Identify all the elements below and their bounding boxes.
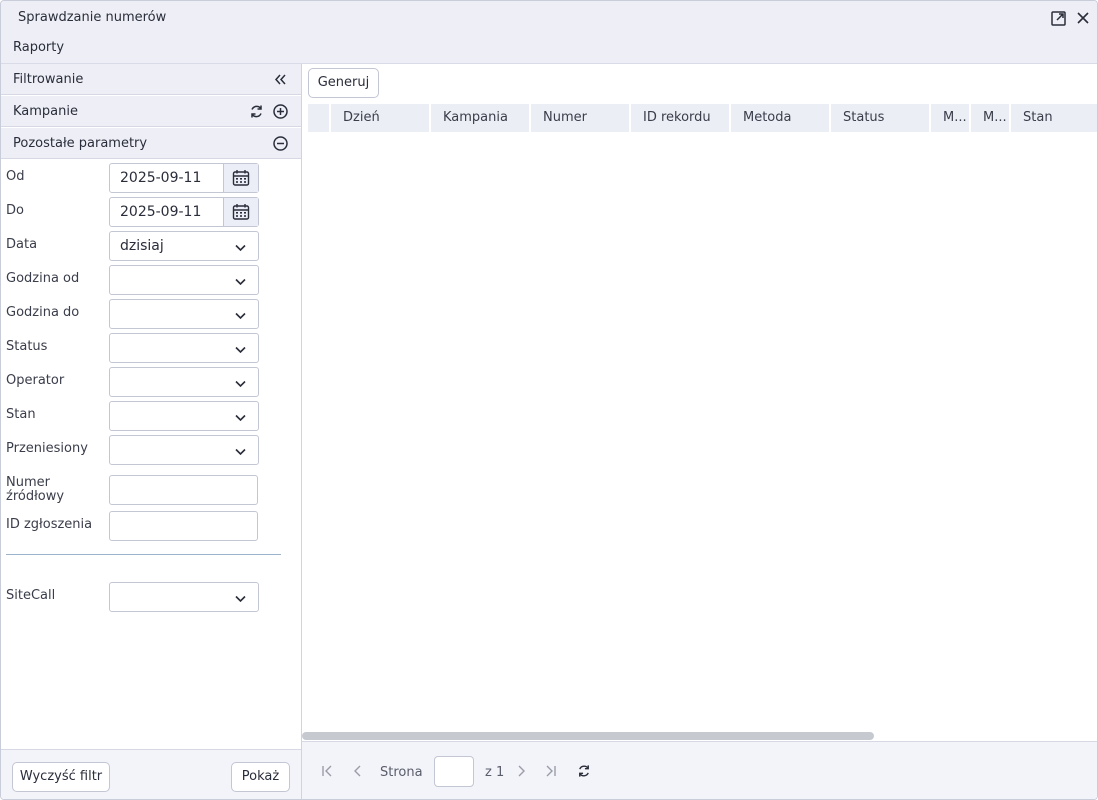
- sitecall-select[interactable]: [109, 582, 259, 612]
- godzina-do-select[interactable]: [109, 299, 259, 329]
- column-header-kampania[interactable]: Kampania: [431, 104, 529, 132]
- numer-zrodlowy-label-line1: Numer: [6, 475, 50, 490]
- od-row: Od 2025-09-11: [1, 163, 301, 193]
- status-select[interactable]: [109, 333, 259, 363]
- column-selector[interactable]: [308, 104, 329, 132]
- chevron-down-icon: [235, 278, 246, 286]
- generate-button[interactable]: Generuj: [308, 68, 379, 98]
- operator-select[interactable]: [109, 367, 259, 397]
- do-value: 2025-09-11: [120, 204, 202, 220]
- filter-section-header: Filtrowanie: [1, 64, 301, 95]
- column-header-numer[interactable]: Numer: [531, 104, 629, 132]
- show-button[interactable]: Pokaż: [231, 762, 290, 792]
- przeniesiony-row: Przeniesiony: [1, 435, 301, 465]
- menu-reports[interactable]: Raporty: [13, 40, 64, 55]
- data-row: Data dzisiaj: [1, 231, 301, 261]
- przeniesiony-label: Przeniesiony: [6, 441, 88, 456]
- last-page-icon[interactable]: [543, 764, 557, 778]
- numer-zrodlowy-input[interactable]: [109, 475, 258, 505]
- column-header-dzien[interactable]: Dzień: [331, 104, 429, 132]
- calendar-icon[interactable]: [223, 164, 258, 192]
- add-circle-icon[interactable]: [272, 103, 289, 120]
- collapse-circle-icon[interactable]: [272, 135, 289, 152]
- other-params-section-header[interactable]: Pozostałe parametry: [1, 128, 301, 159]
- do-row: Do 2025-09-11: [1, 197, 301, 227]
- numer-zrodlowy-label-line2: źródłowy: [6, 489, 65, 504]
- do-label: Do: [6, 203, 24, 218]
- section-divider: [6, 554, 281, 555]
- column-header-status[interactable]: Status: [831, 104, 929, 132]
- filter-panel: Filtrowanie Kampanie Pozostałe parametry…: [1, 64, 302, 799]
- id-zgloszenia-label: ID zgłoszenia: [6, 517, 93, 532]
- godzina-do-label: Godzina do: [6, 305, 80, 320]
- status-label: Status: [6, 339, 48, 354]
- od-value: 2025-09-11: [120, 170, 202, 186]
- chevron-down-icon: [235, 346, 246, 354]
- calendar-icon[interactable]: [223, 198, 258, 226]
- data-value: dzisiaj: [120, 238, 164, 254]
- column-header-id-rekordu[interactable]: ID rekordu: [631, 104, 729, 132]
- od-date-field[interactable]: 2025-09-11: [109, 163, 259, 193]
- chevron-down-icon: [235, 244, 246, 252]
- table-header: Dzień Kampania Numer ID rekordu Metoda S…: [308, 104, 1097, 132]
- od-label: Od: [6, 169, 25, 184]
- column-header-metoda[interactable]: Metoda: [731, 104, 829, 132]
- status-row: Status: [1, 333, 301, 363]
- sitecall-label: SiteCall: [6, 588, 56, 603]
- stan-row: Stan: [1, 401, 301, 431]
- filter-title: Filtrowanie: [13, 72, 84, 87]
- campaigns-section-header[interactable]: Kampanie: [1, 96, 301, 127]
- data-select[interactable]: dzisiaj: [109, 231, 259, 261]
- operator-label: Operator: [6, 373, 65, 388]
- column-header-m1[interactable]: M...: [931, 104, 969, 132]
- prev-page-icon[interactable]: [351, 764, 365, 778]
- collapse-double-chevron-icon[interactable]: [271, 71, 288, 88]
- chevron-down-icon: [235, 414, 246, 422]
- clear-filter-button[interactable]: Wyczyść filtr: [12, 762, 110, 792]
- page-label: Strona: [380, 765, 423, 780]
- popout-icon[interactable]: [1050, 9, 1068, 27]
- refresh-icon[interactable]: [248, 103, 265, 120]
- column-header-stan[interactable]: Stan: [1011, 104, 1097, 132]
- campaigns-title: Kampanie: [13, 104, 78, 119]
- data-label: Data: [6, 237, 38, 252]
- stan-label: Stan: [6, 407, 36, 422]
- column-header-m2[interactable]: M...: [971, 104, 1009, 132]
- chevron-down-icon: [235, 312, 246, 320]
- operator-row: Operator: [1, 367, 301, 397]
- first-page-icon[interactable]: [321, 764, 335, 778]
- id-zgloszenia-input[interactable]: [109, 511, 258, 541]
- pagination-bar: Strona z 1: [302, 741, 1097, 799]
- results-panel: Generuj Dzień Kampania Numer ID rekordu …: [302, 64, 1097, 799]
- close-icon[interactable]: [1074, 9, 1092, 27]
- chevron-down-icon: [235, 448, 246, 456]
- other-params-title: Pozostałe parametry: [13, 136, 148, 151]
- przeniesiony-select[interactable]: [109, 435, 259, 465]
- report-window: Sprawdzanie numerów Raporty Filtrowanie: [0, 0, 1098, 800]
- id-zgloszenia-row: ID zgłoszenia: [1, 511, 301, 541]
- page-number-input[interactable]: [434, 756, 474, 787]
- stan-select[interactable]: [109, 401, 259, 431]
- godzina-od-row: Godzina od: [1, 265, 301, 295]
- do-date-field[interactable]: 2025-09-11: [109, 197, 259, 227]
- filter-footer: Wyczyść filtr Pokaż: [1, 749, 301, 799]
- title-bar: Sprawdzanie numerów: [1, 1, 1097, 35]
- chevron-down-icon: [235, 595, 246, 603]
- window-title: Sprawdzanie numerów: [18, 10, 167, 25]
- godzina-od-label: Godzina od: [6, 271, 80, 286]
- godzina-do-row: Godzina do: [1, 299, 301, 329]
- refresh-icon[interactable]: [576, 763, 592, 779]
- chevron-down-icon: [235, 380, 246, 388]
- sitecall-row: SiteCall: [1, 582, 301, 612]
- menu-bar: Raporty: [1, 35, 1097, 64]
- next-page-icon[interactable]: [514, 764, 528, 778]
- horizontal-scrollbar[interactable]: [302, 730, 1097, 740]
- godzina-od-select[interactable]: [109, 265, 259, 295]
- numer-zrodlowy-row: Numer źródłowy: [1, 475, 301, 505]
- numer-zrodlowy-label: Numer źródłowy: [6, 476, 64, 504]
- scrollbar-thumb[interactable]: [302, 732, 874, 740]
- page-total: z 1: [485, 765, 505, 780]
